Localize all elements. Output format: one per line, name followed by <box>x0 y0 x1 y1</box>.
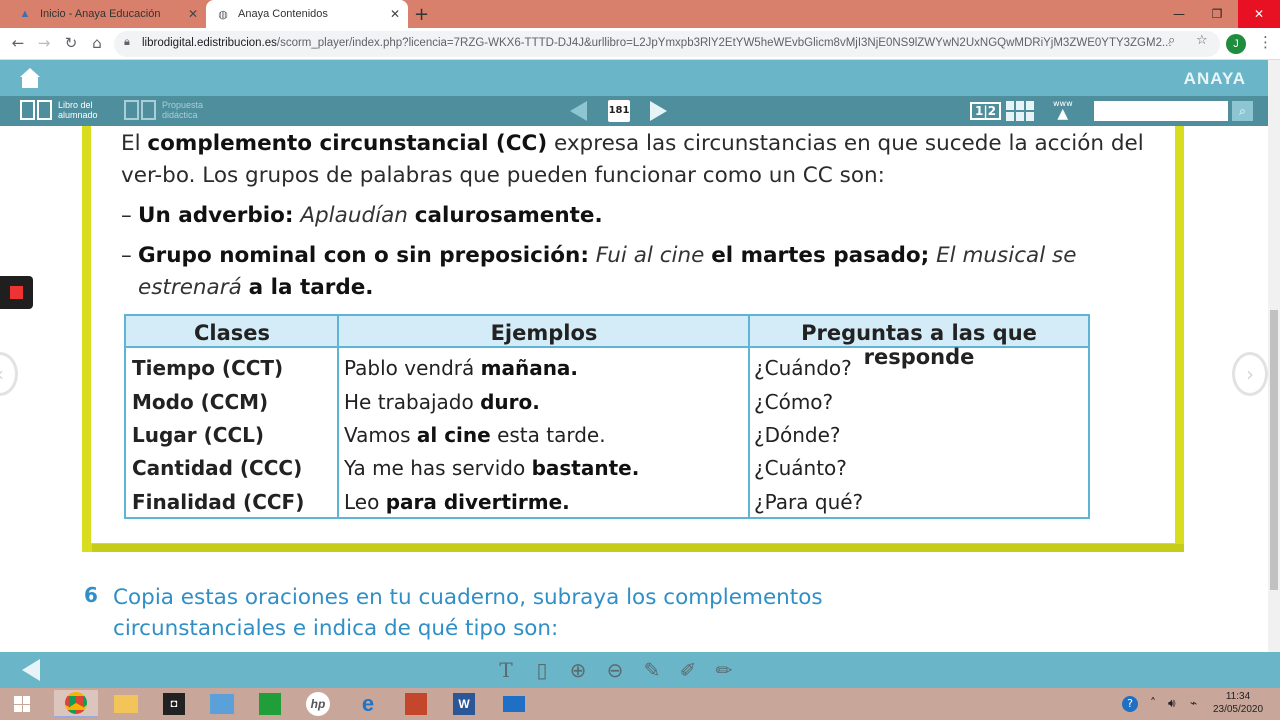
stop-recording-button[interactable] <box>0 276 33 309</box>
network-icon[interactable]: ⌁ <box>1190 696 1197 710</box>
clock-date: 23/05/2020 <box>1212 704 1264 715</box>
media-app-icon[interactable] <box>394 690 438 718</box>
menu-dots-icon[interactable]: ⋮ <box>1258 33 1273 51</box>
column-divider <box>748 316 750 517</box>
book-icon <box>124 100 156 120</box>
globe-icon: ◍ <box>218 8 228 21</box>
table-header: Clases Ejemplos Preguntas a las que resp… <box>126 316 1088 369</box>
restore-icon[interactable]: ❐ <box>1198 0 1236 28</box>
stop-icon <box>10 286 23 299</box>
exercise-number: 6 <box>84 583 98 607</box>
propuesta-didactica-button[interactable]: Propuesta didáctica <box>124 100 214 120</box>
browser-tab-bar: ▲ Inicio - Anaya Educación ✕ ◍ Anaya Con… <box>0 0 1280 28</box>
bullet-grupo-nominal: – Grupo nominal con o sin preposición: Fu… <box>121 243 1077 300</box>
book-icon <box>20 100 52 120</box>
prev-side-arrow-icon[interactable]: ‹ <box>0 352 18 396</box>
search-input[interactable] <box>1094 101 1228 121</box>
windows-start-icon[interactable] <box>14 696 30 712</box>
tray-expand-icon[interactable]: ˄ <box>1150 696 1156 710</box>
chrome-icon[interactable] <box>54 690 98 718</box>
text-tool-icon[interactable]: T <box>494 658 518 682</box>
close-tab-icon[interactable]: ✕ <box>188 7 198 21</box>
highlighter-icon[interactable]: ✐ <box>676 658 700 682</box>
header-clases: Clases <box>193 321 271 345</box>
scrollbar-thumb[interactable] <box>1270 310 1278 590</box>
two-page-view-icon[interactable]: 1|2 <box>970 102 1002 120</box>
url-field[interactable]: 🔒︎ librodigital.edistribucion.es/scorm_p… <box>114 31 1220 57</box>
tab-title: Anaya Contenidos <box>238 8 328 20</box>
cc-table: Clases Ejemplos Preguntas a las que resp… <box>124 314 1090 519</box>
definition-term: complemento circunstancial (CC) <box>147 131 548 156</box>
www-resources-icon[interactable]: www ▲ <box>1053 99 1073 121</box>
page-scrollbar[interactable] <box>1268 60 1280 652</box>
anaya-favicon-icon: ▲ <box>19 8 31 20</box>
note-tool-icon[interactable]: ▯ <box>530 658 554 682</box>
reload-icon[interactable]: ↻ <box>61 34 81 52</box>
thumbnail-grid-icon[interactable] <box>1006 101 1034 121</box>
window-close-icon[interactable]: ✕ <box>1238 0 1280 28</box>
tab-title: Inicio - Anaya Educación <box>40 8 161 20</box>
control-panel-icon[interactable] <box>200 690 244 718</box>
close-tab-icon[interactable]: ✕ <box>390 7 400 21</box>
prev-page-arrow-icon[interactable] <box>570 101 587 121</box>
clock-time: 11:34 <box>1225 691 1251 702</box>
profile-avatar[interactable]: J <box>1226 34 1246 54</box>
taskbar-clock[interactable]: 11:34 23/05/2020 <box>1212 690 1264 716</box>
app-toolbar: Libro del alumnado Propuesta didáctica 1… <box>0 96 1280 126</box>
home-icon[interactable]: ⌂ <box>87 34 107 52</box>
bookmark-star-icon[interactable]: ☆ <box>1196 33 1208 48</box>
file-explorer-icon[interactable] <box>104 690 148 718</box>
bullet-adverbio: – Un adverbio: Aplaudían calurosamente. <box>121 203 603 228</box>
lock-icon: 🔒︎ <box>124 36 130 48</box>
back-triangle-icon[interactable] <box>22 659 40 681</box>
book-page: El complemento circunstancial (CC) expre… <box>0 126 1280 652</box>
pencil-icon[interactable]: ✎ <box>640 658 664 682</box>
app-home-icon[interactable] <box>18 66 42 90</box>
libro-alumnado-button[interactable]: Libro del alumnado <box>20 100 110 120</box>
next-side-arrow-icon[interactable]: › <box>1232 352 1268 396</box>
mail-icon[interactable] <box>492 690 536 718</box>
camera-app-icon[interactable]: ◘ <box>152 690 196 718</box>
tab-inicio[interactable]: ▲ Inicio - Anaya Educación ✕ <box>8 0 206 28</box>
url-path: /scorm_player/index.php?licencia=7RZG-WK… <box>276 37 1172 49</box>
back-arrow-icon[interactable]: ← <box>8 34 28 52</box>
zoom-in-icon[interactable]: ⊕ <box>566 658 590 682</box>
search-icon[interactable]: ⌕ <box>1232 101 1253 121</box>
annotation-toolbar: T ▯ ⊕ ⊖ ✎ ✐ ✏ <box>0 652 1280 688</box>
zoom-icon[interactable]: ⌕ <box>1168 33 1175 48</box>
frame-bottom-band <box>92 544 1184 552</box>
tab-anaya-contenidos[interactable]: ◍ Anaya Contenidos ✕ <box>206 0 408 28</box>
internet-explorer-icon[interactable]: e <box>346 690 390 718</box>
url-host: librodigital.edistribucion.es <box>142 37 277 49</box>
app-header: ANAYA <box>0 60 1280 96</box>
libro-label: Libro del alumnado <box>58 100 98 120</box>
eraser-icon[interactable]: ✏ <box>712 658 736 682</box>
zoom-out-icon[interactable]: ⊖ <box>603 658 627 682</box>
propuesta-label: Propuesta didáctica <box>162 100 204 120</box>
column-divider <box>337 316 339 517</box>
forward-arrow-icon[interactable]: → <box>34 34 54 52</box>
windows-taskbar: ◘ hp e W ? ˄ 🔊︎ ⌁ 11:34 23/05/2020 <box>0 688 1280 720</box>
help-icon[interactable]: ? <box>1122 696 1138 712</box>
hp-icon[interactable]: hp <box>296 690 340 718</box>
address-bar: ← → ↻ ⌂ 🔒︎ librodigital.edistribucion.es… <box>0 28 1280 60</box>
page-number-field[interactable]: 181 <box>608 100 630 122</box>
anaya-logo: ANAYA <box>1183 69 1246 88</box>
volume-icon[interactable]: 🔊︎ <box>1168 696 1176 711</box>
exercise-text: Copia estas oraciones en tu cuaderno, su… <box>113 585 823 641</box>
definition-paragraph: El complemento circunstancial (CC) expre… <box>121 131 1144 188</box>
minimize-icon[interactable]: — <box>1160 0 1198 28</box>
word-icon[interactable]: W <box>442 690 486 718</box>
next-page-arrow-icon[interactable] <box>650 101 667 121</box>
store-icon[interactable] <box>248 690 292 718</box>
new-tab-icon[interactable]: + <box>414 4 429 25</box>
header-ejemplos: Ejemplos <box>490 321 598 345</box>
